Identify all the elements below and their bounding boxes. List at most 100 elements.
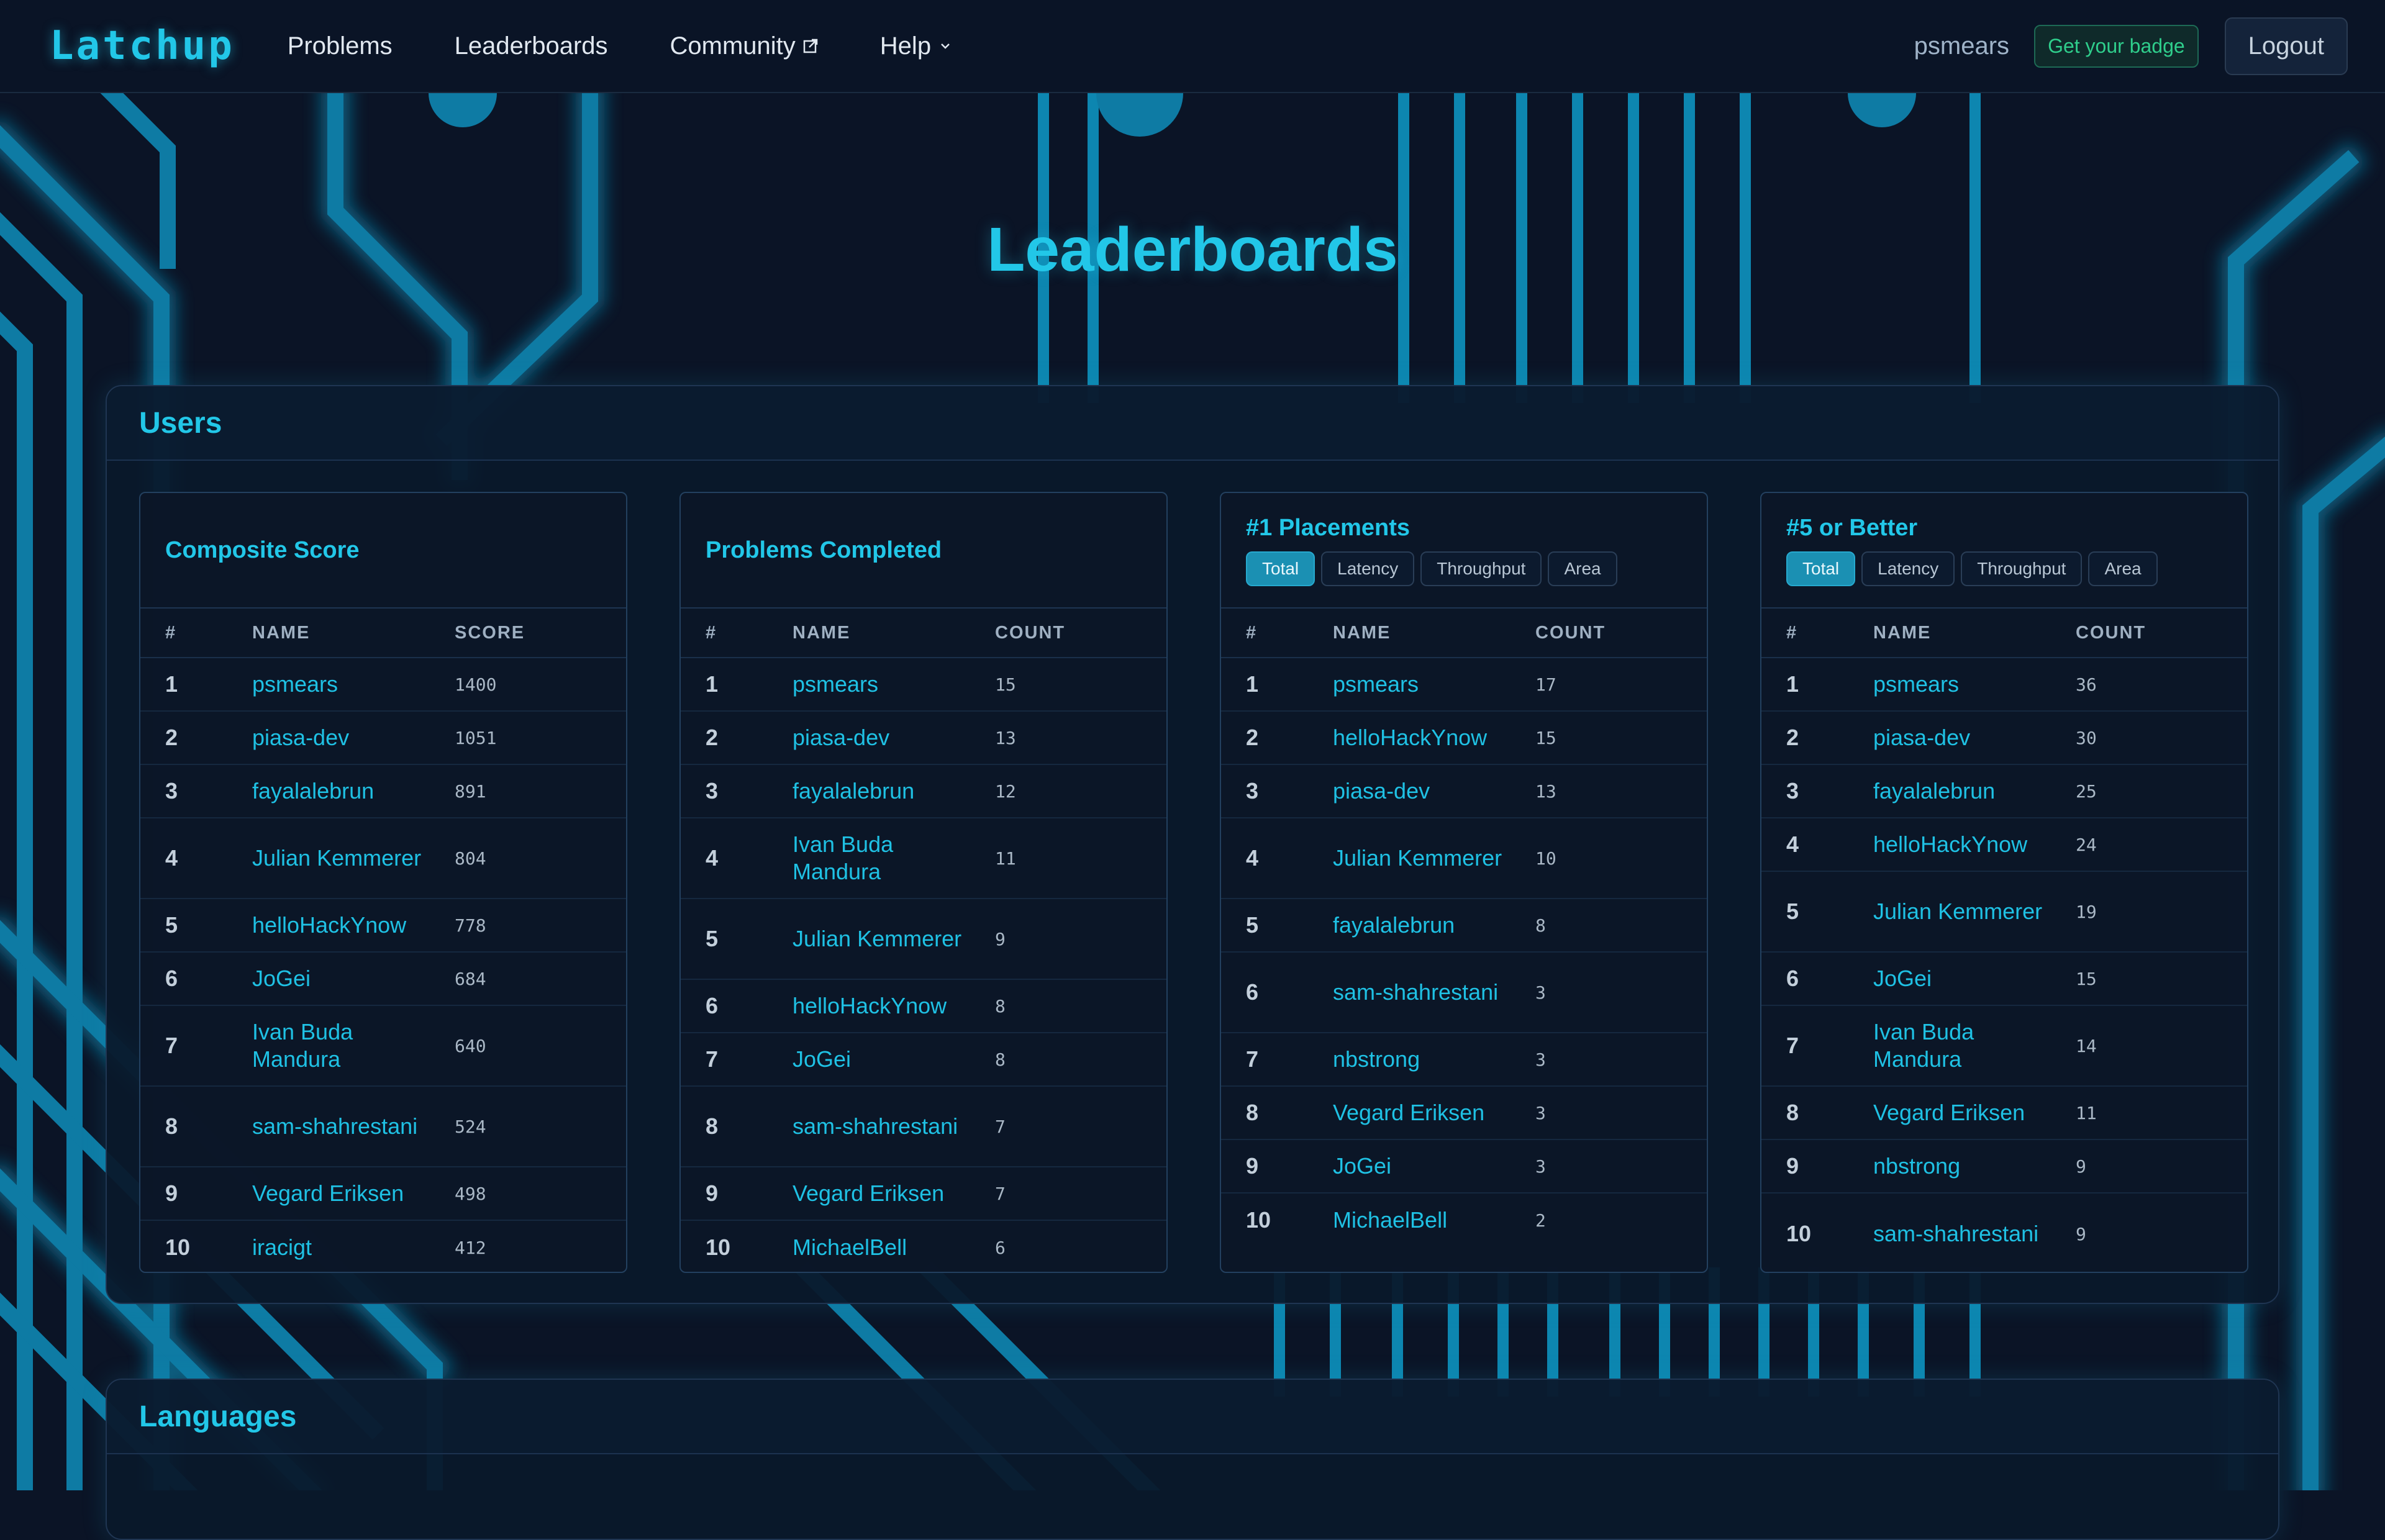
user-link[interactable]: Julian Kemmerer: [1333, 845, 1535, 872]
rank-cell: 6: [1786, 966, 1799, 991]
rank-cell: 3: [1246, 778, 1259, 804]
nav-link-community[interactable]: Community: [670, 32, 818, 60]
user-link[interactable]: Vegard Eriksen: [252, 1180, 455, 1207]
table-header-row: # NAME COUNT: [1761, 609, 2247, 658]
user-link[interactable]: psmears: [1873, 671, 2076, 698]
leaderboard-card: Problems Completed # NAME COUNT 1 psmears 15 2 p…: [679, 492, 1168, 1273]
leaderboard-title: #1 Placements: [1246, 514, 1411, 541]
value-cell: 412: [455, 1237, 486, 1258]
nav-link-community-label: Community: [670, 32, 796, 60]
rank-cell: 10: [706, 1234, 731, 1260]
rank-cell: 7: [1246, 1046, 1259, 1072]
user-link[interactable]: JoGei: [252, 965, 455, 992]
table-row: 3 fayalalebrun 891: [140, 765, 626, 818]
user-link[interactable]: helloHackYnow: [252, 912, 455, 939]
value-cell: 17: [1535, 674, 1556, 695]
filter-tab-latency[interactable]: Latency: [1321, 551, 1415, 586]
table-row: 2 helloHackYnow 15: [1221, 712, 1707, 765]
value-cell: 3: [1535, 1049, 1546, 1070]
user-link[interactable]: Vegard Eriksen: [1873, 1099, 2076, 1126]
user-link[interactable]: MichaelBell: [1333, 1207, 1535, 1234]
filter-tab-total[interactable]: Total: [1246, 551, 1315, 586]
user-link[interactable]: fayalalebrun: [1333, 912, 1535, 939]
user-link[interactable]: piasa-dev: [1873, 724, 2076, 751]
table-row: 9 nbstrong 9: [1761, 1140, 2247, 1194]
rank-cell: 5: [165, 912, 178, 938]
user-link[interactable]: Ivan Buda Mandura: [252, 1018, 455, 1073]
column-header-name: NAME: [1333, 622, 1391, 643]
leaderboard-card-header: #5 or Better Total Latency Throughput Area: [1761, 493, 2247, 609]
rank-cell: 10: [165, 1234, 191, 1260]
user-link[interactable]: sam-shahrestani: [1873, 1220, 2076, 1248]
value-cell: 25: [2076, 781, 2097, 802]
value-cell: 3: [1535, 1156, 1546, 1177]
value-cell: 9: [2076, 1223, 2086, 1244]
user-link[interactable]: nbstrong: [1333, 1046, 1535, 1073]
value-cell: 11: [2076, 1102, 2097, 1123]
user-link[interactable]: Vegard Eriksen: [793, 1180, 995, 1207]
brand-logo[interactable]: Latchup: [50, 23, 235, 69]
rank-cell: 4: [1246, 845, 1259, 871]
rank-cell: 6: [1246, 979, 1259, 1005]
rank-cell: 6: [706, 993, 719, 1018]
rank-cell: 2: [165, 725, 178, 750]
leaderboard-title: #5 or Better: [1786, 514, 1918, 541]
user-link[interactable]: helloHackYnow: [1873, 831, 2076, 858]
nav-link-problems[interactable]: Problems: [288, 32, 393, 60]
user-link[interactable]: helloHackYnow: [793, 992, 995, 1020]
filter-tab-total[interactable]: Total: [1786, 551, 1856, 586]
rank-cell: 1: [706, 671, 719, 697]
user-link[interactable]: Ivan Buda Mandura: [1873, 1018, 2076, 1073]
value-cell: 524: [455, 1116, 486, 1137]
user-link[interactable]: JoGei: [1333, 1153, 1535, 1180]
user-link[interactable]: sam-shahrestani: [793, 1113, 995, 1140]
user-link[interactable]: psmears: [793, 671, 995, 698]
user-link[interactable]: MichaelBell: [793, 1234, 995, 1261]
rank-cell: 10: [1786, 1221, 1812, 1246]
filter-tab-latency[interactable]: Latency: [1861, 551, 1955, 586]
table-header-row: # NAME SCORE: [140, 609, 626, 658]
table-row: 1 psmears 36: [1761, 658, 2247, 712]
column-header-rank: #: [1246, 622, 1258, 643]
nav-link-help[interactable]: Help: [880, 32, 951, 60]
user-link[interactable]: sam-shahrestani: [1333, 979, 1535, 1006]
value-cell: 14: [2076, 1035, 2097, 1056]
nav-link-leaderboards[interactable]: Leaderboards: [455, 32, 608, 60]
user-link[interactable]: psmears: [252, 671, 455, 698]
user-link[interactable]: sam-shahrestani: [252, 1113, 455, 1140]
user-link[interactable]: psmears: [1333, 671, 1535, 698]
filter-tab-throughput[interactable]: Throughput: [1420, 551, 1542, 586]
leaderboard-title: Composite Score: [165, 537, 360, 563]
nav-link-help-label: Help: [879, 32, 932, 60]
value-cell: 24: [2076, 834, 2097, 855]
filter-tab-throughput[interactable]: Throughput: [1961, 551, 2083, 586]
user-link[interactable]: Ivan Buda Mandura: [793, 831, 995, 886]
user-link[interactable]: Julian Kemmerer: [252, 845, 455, 872]
user-link[interactable]: iracigt: [252, 1234, 455, 1261]
user-link[interactable]: helloHackYnow: [1333, 724, 1535, 751]
user-link[interactable]: JoGei: [1873, 965, 2076, 992]
user-link[interactable]: fayalalebrun: [252, 777, 455, 805]
value-cell: 8: [1535, 915, 1546, 936]
nav-right: psmears Get your badge Logout: [1914, 17, 2348, 75]
user-link[interactable]: piasa-dev: [793, 724, 995, 751]
column-header-value: SCORE: [455, 622, 525, 643]
filter-tab-area[interactable]: Area: [1548, 551, 1617, 586]
logout-button[interactable]: Logout: [2224, 17, 2348, 75]
value-cell: 640: [455, 1035, 486, 1056]
table-row: 1 psmears 15: [681, 658, 1166, 712]
user-link[interactable]: fayalalebrun: [793, 777, 995, 805]
user-link[interactable]: nbstrong: [1873, 1153, 2076, 1180]
user-link[interactable]: fayalalebrun: [1873, 777, 2076, 805]
user-link[interactable]: Julian Kemmerer: [1873, 898, 2076, 925]
table-row: 3 fayalalebrun 12: [681, 765, 1166, 818]
user-link[interactable]: Vegard Eriksen: [1333, 1099, 1535, 1126]
user-link[interactable]: JoGei: [793, 1046, 995, 1073]
value-cell: 12: [995, 781, 1016, 802]
user-link[interactable]: Julian Kemmerer: [793, 925, 995, 953]
get-badge-button[interactable]: Get your badge: [2034, 24, 2199, 68]
username-label[interactable]: psmears: [1914, 32, 2009, 60]
user-link[interactable]: piasa-dev: [252, 724, 455, 751]
filter-tab-area[interactable]: Area: [2088, 551, 2158, 586]
user-link[interactable]: piasa-dev: [1333, 777, 1535, 805]
